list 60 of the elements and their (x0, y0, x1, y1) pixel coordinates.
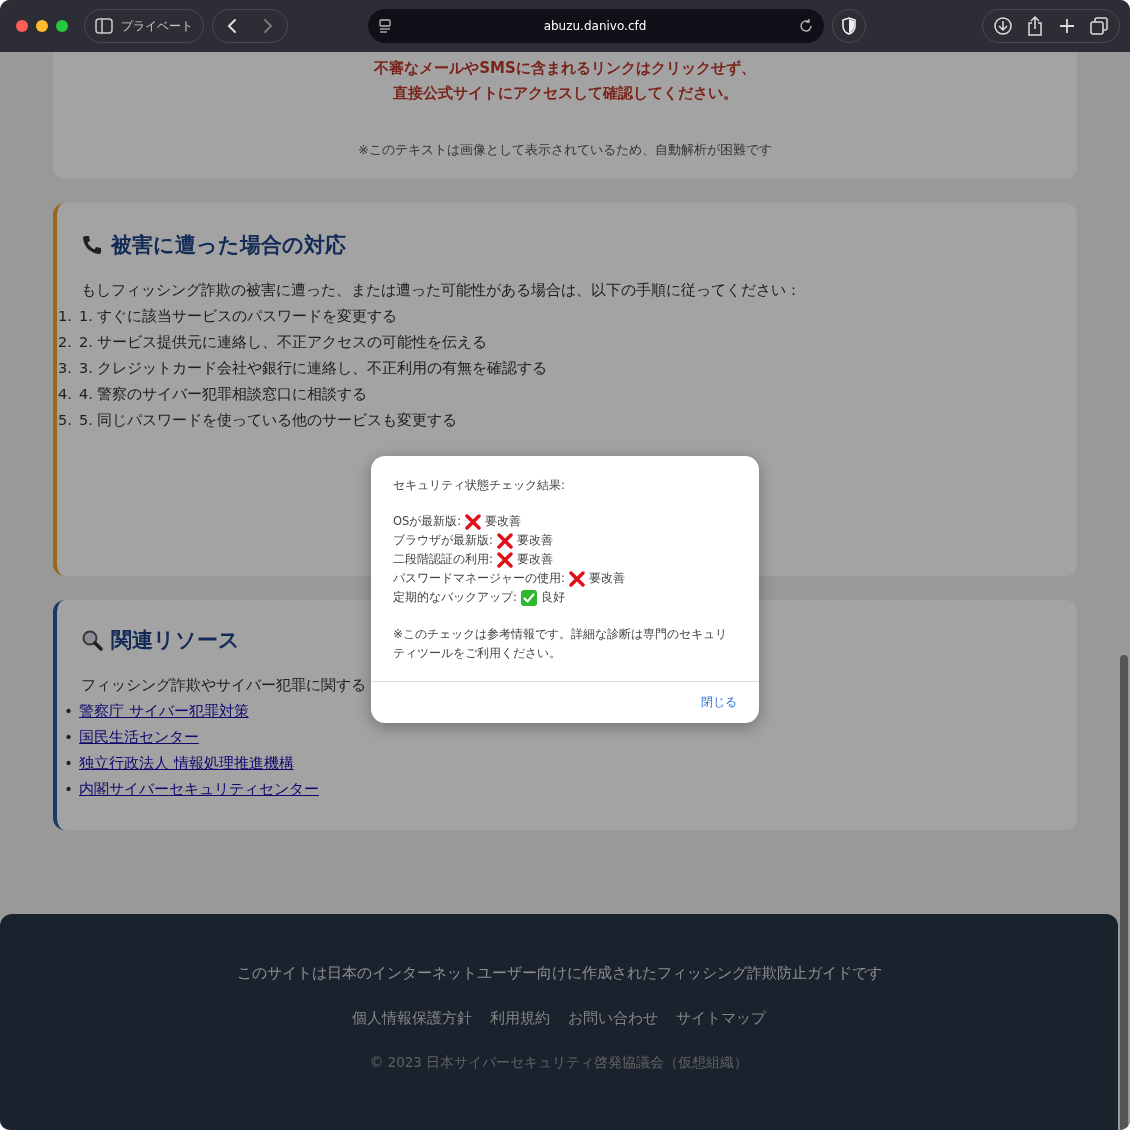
footer-link[interactable]: お問い合わせ (568, 1009, 658, 1028)
section-title: 関連リソース (111, 627, 240, 654)
magnifier-icon (81, 629, 103, 651)
step-text: 1. すぐに該当サービスのパスワードを変更する (79, 307, 398, 326)
footer-link[interactable]: 個人情報保護方針 (352, 1009, 472, 1028)
list-number: 3. (58, 359, 73, 378)
check-result: 要改善 (516, 551, 553, 568)
image-note: ※このテキストは画像として表示されているため、自動解析が困難です (357, 142, 773, 159)
check-label: パスワードマネージャーの使用: (393, 570, 565, 587)
list-number: 4. (58, 385, 73, 404)
dialog-heading: セキュリティ状態チェック結果: (393, 478, 566, 493)
phone-icon (81, 234, 103, 256)
check-result: 要改善 (516, 532, 553, 549)
list-number: 5. (58, 411, 73, 430)
step-text: 3. クレジットカード会社や銀行に連絡し、不正利用の有無を確認する (79, 359, 548, 378)
share-icon[interactable] (1025, 15, 1045, 37)
bullet: • (63, 702, 74, 721)
footer-link[interactable]: 利用規約 (490, 1009, 550, 1028)
minimize-window-icon[interactable] (36, 20, 48, 32)
bullet: • (63, 754, 74, 773)
dialog-note: ※このチェックは参考情報です。詳細な診断は専門のセキュリティツールをご利用ください。 (393, 626, 729, 662)
close-window-icon[interactable] (16, 20, 28, 32)
tabs-overview-icon[interactable] (1089, 16, 1109, 36)
check-label: 定期的なバックアップ: (393, 589, 517, 606)
resource-link[interactable]: 警察庁 サイバー犯罪対策 (79, 698, 249, 724)
section-title: 被害に遭った場合の対応 (111, 232, 346, 259)
section-intro: もしフィッシング詐欺の被害に遭った、または遭った可能性がある場合は、以下の手順に従ってください： (81, 281, 802, 300)
bullet: • (63, 780, 74, 799)
resource-link[interactable]: 独立行政法人 情報処理推進機構 (79, 750, 294, 776)
check-label: ブラウザが最新版: (393, 532, 493, 549)
footer-link[interactable]: サイトマップ (676, 1009, 766, 1028)
list-number: 2. (58, 333, 73, 352)
step-text: 4. 警察のサイバー犯罪相談窓口に相談する (79, 385, 368, 404)
check-result: 要改善 (588, 570, 625, 587)
resource-link[interactable]: 内閣サイバーセキュリティセンター (79, 776, 319, 802)
step-text: 2. サービス提供元に連絡し、不正アクセスの可能性を伝える (79, 333, 488, 352)
new-tab-icon[interactable] (1057, 16, 1077, 36)
address-bar[interactable]: abuzu.danivo.cfd (368, 9, 824, 43)
scrollbar-thumb[interactable] (1120, 655, 1128, 1130)
section-intro: フィッシング詐欺やサイバー犯罪に関する (81, 676, 367, 695)
list-number: 1. (58, 307, 73, 326)
maximize-window-icon[interactable] (56, 20, 68, 32)
copyright-text: © 2023 日本サイバーセキュリティ啓発協議会（仮想組織） (369, 1054, 749, 1072)
resource-link[interactable]: 国民生活センター (79, 724, 199, 750)
url-text: abuzu.danivo.cfd (542, 19, 648, 33)
close-button[interactable]: 閉じる (697, 690, 741, 715)
shield-icon (841, 17, 857, 35)
reload-icon[interactable] (798, 18, 814, 34)
check-result: 良好 (540, 589, 565, 606)
step-text: 5. 同じパスワードを使っている他のサービスも変更する (79, 411, 458, 430)
check-label: OSが最新版: (393, 513, 462, 530)
bullet: • (63, 728, 74, 747)
page-menu-icon[interactable] (378, 18, 392, 34)
warning-text: 不審なメールやSMSに含まれるリンクはクリックせず、 (373, 58, 757, 79)
warning-text: 直接公式サイトにアクセスして確認してください。 (391, 83, 739, 104)
check-label: 二段階認証の利用: (393, 551, 493, 568)
check-result: 要改善 (485, 513, 522, 530)
download-icon[interactable] (993, 16, 1013, 36)
sidebar-icon (95, 18, 113, 34)
footer-tagline: このサイトは日本のインターネットユーザー向けに作成されたフィッシング詐欺防止ガイドです (236, 964, 882, 983)
